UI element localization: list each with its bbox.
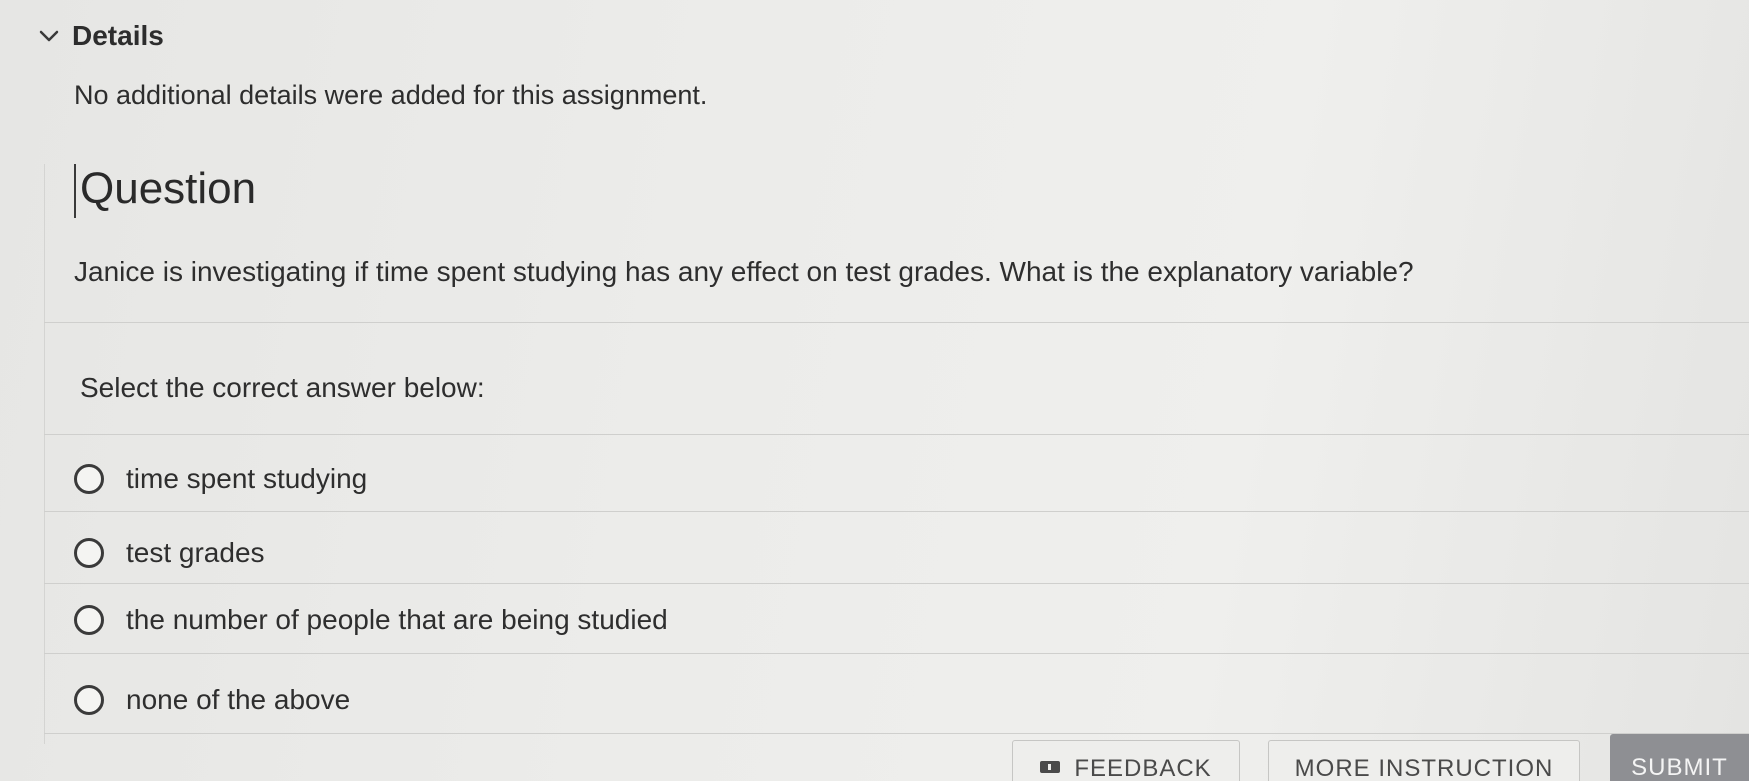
option-label: the number of people that are being stud… [126,604,668,635]
feedback-button-label: FEEDBACK [1074,755,1212,781]
answer-option-none-of-the-above[interactable]: none of the above [74,684,350,716]
left-divider [44,164,45,744]
chevron-down-icon [39,30,59,42]
answer-instruction: Select the correct answer below: [80,372,485,403]
more-instruction-button[interactable]: MORE INSTRUCTION [1268,740,1580,781]
assignment-page: Details No additional details were added… [0,0,1749,781]
submit-label: SUBMIT [1631,754,1728,781]
option-label: test grades [126,537,265,568]
option-label: none of the above [126,684,351,715]
details-text: No additional details were added for thi… [74,80,708,110]
submit-button[interactable]: SUBMIT [1610,734,1749,781]
feedback-icon [1040,761,1061,773]
divider [44,434,1749,435]
details-toggle[interactable]: Details [38,20,164,52]
answer-option-time-spent-studying[interactable]: time spent studying [74,463,367,495]
details-title: Details [72,20,164,51]
divider [44,322,1749,323]
divider [44,653,1749,654]
more-instruction-label: MORE INSTRUCTION [1294,755,1554,781]
feedback-button[interactable]: FEEDBACK [1012,740,1240,781]
radio-button[interactable] [74,685,104,715]
radio-button[interactable] [74,605,104,635]
question-heading: Question [80,164,257,213]
radio-button[interactable] [74,538,104,568]
divider [44,583,1749,584]
answer-option-test-grades[interactable]: test grades [74,537,265,569]
question-prompt: Janice is investigating if time spent st… [74,256,1414,287]
question-heading-block: Question [74,164,256,218]
divider [44,511,1749,512]
radio-button[interactable] [74,464,104,494]
divider [44,733,1749,734]
answer-option-number-of-people[interactable]: the number of people that are being stud… [74,604,668,636]
option-label: time spent studying [126,463,368,494]
